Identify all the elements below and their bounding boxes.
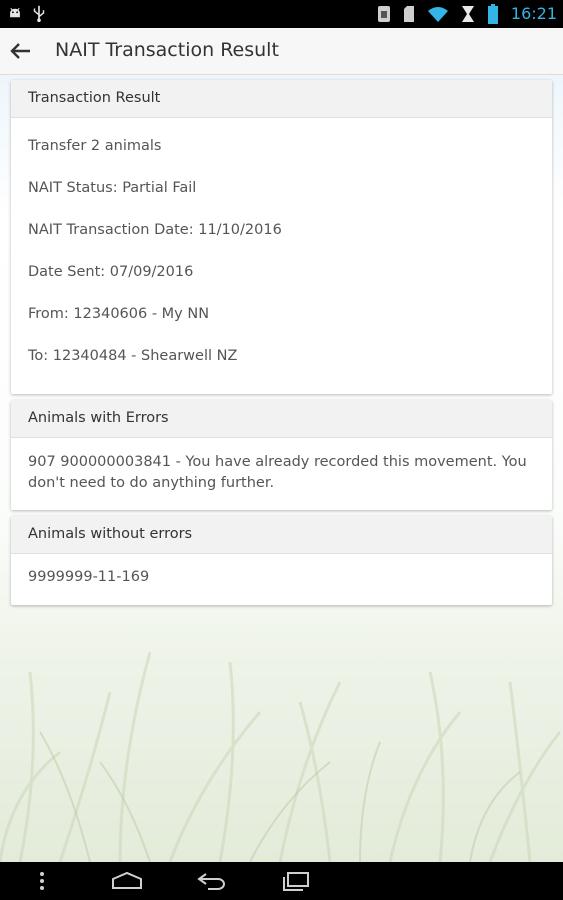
ok-animal-item[interactable]: 9999999-11-169 xyxy=(28,569,535,585)
sim-icon xyxy=(377,6,390,22)
error-animal-item[interactable]: 907 900000003841 - You have already reco… xyxy=(28,452,535,494)
transaction-result-body: Transfer 2 animals NAIT Status: Partial … xyxy=(11,118,552,377)
nait-transaction-date: NAIT Transaction Date: 11/10/2016 xyxy=(28,222,282,238)
transfer-summary: Transfer 2 animals xyxy=(28,138,162,154)
wifi-icon xyxy=(427,7,448,22)
transaction-result-card: Transaction Result Transfer 2 animals NA… xyxy=(11,80,552,394)
sd-card-icon xyxy=(403,6,414,22)
hourglass-icon xyxy=(461,6,474,22)
status-right-icons: 16:21 xyxy=(377,3,557,25)
animals-with-errors-card: Animals with Errors 907 900000003841 - Y… xyxy=(11,400,552,510)
nait-status: NAIT Status: Partial Fail xyxy=(28,180,197,196)
recents-icon[interactable] xyxy=(281,870,311,892)
app-bar: NAIT Transaction Result xyxy=(0,28,563,75)
status-bar: 16:21 xyxy=(0,0,563,28)
animals-without-errors-card: Animals without errors 9999999-11-169 xyxy=(11,516,552,605)
date-sent: Date Sent: 07/09/2016 xyxy=(28,264,194,280)
home-icon[interactable] xyxy=(110,870,144,892)
usb-icon xyxy=(33,5,45,22)
battery-icon xyxy=(487,4,498,24)
animals-without-errors-body: 9999999-11-169 xyxy=(11,554,552,585)
back-icon[interactable] xyxy=(196,870,228,892)
status-left-icons xyxy=(8,4,46,22)
from-account: From: 12340606 - My NN xyxy=(28,306,210,322)
animals-with-errors-body: 907 900000003841 - You have already reco… xyxy=(11,438,552,494)
card-header-animals-with-errors: Animals with Errors xyxy=(11,400,552,438)
status-clock: 16:21 xyxy=(510,4,557,23)
android-icon xyxy=(10,7,20,18)
card-header-transaction-result: Transaction Result xyxy=(11,80,552,118)
to-account: To: 12340484 - Shearwell NZ xyxy=(28,348,238,364)
arrow-left-icon[interactable] xyxy=(6,37,34,65)
page-title: NAIT Transaction Result xyxy=(55,39,279,61)
grass-background-image xyxy=(0,651,562,862)
menu-dots-icon[interactable] xyxy=(36,870,48,892)
navigation-bar xyxy=(0,862,563,900)
card-header-animals-without-errors: Animals without errors xyxy=(11,516,552,554)
